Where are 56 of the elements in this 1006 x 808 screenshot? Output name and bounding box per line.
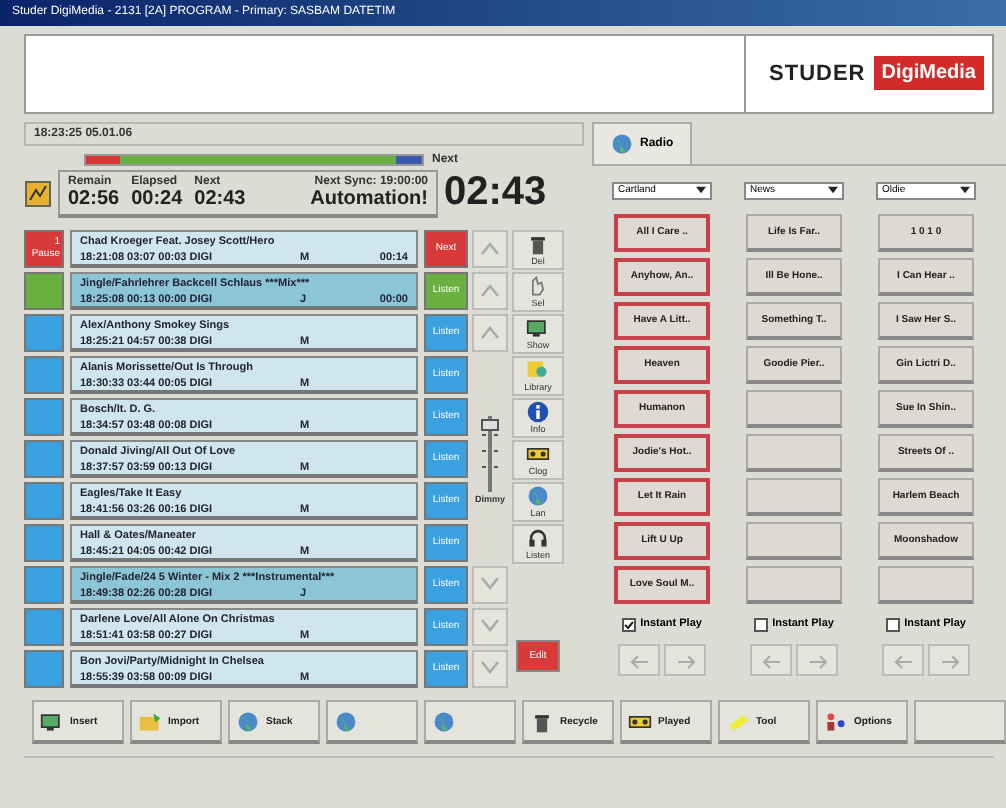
- info-icon: [526, 400, 550, 425]
- library-icon: [526, 358, 550, 383]
- previous-button[interactable]: [882, 643, 924, 676]
- right-arrow-icon: [807, 653, 827, 670]
- timing-value: 02:43: [194, 187, 246, 210]
- screen-icon: [526, 316, 550, 341]
- disc-icon: [334, 709, 358, 734]
- bin-icon: [530, 709, 554, 734]
- move-button[interactable]: [472, 313, 508, 352]
- move-button[interactable]: [472, 271, 508, 310]
- left-arrow-icon: [761, 653, 781, 670]
- monitor-icon: [40, 709, 64, 734]
- chart-icon: [24, 179, 52, 208]
- empty-cart-button[interactable]: [878, 565, 974, 604]
- next-button[interactable]: [928, 643, 970, 676]
- move-button[interactable]: [472, 229, 508, 268]
- empty-cart-button[interactable]: [746, 389, 842, 428]
- countdown: 02:43: [444, 170, 547, 217]
- dropdown-arrow-icon: [696, 186, 706, 195]
- disc-icon: [432, 709, 456, 734]
- left-arrow-icon: [629, 653, 649, 670]
- dropdown-arrow-icon: [828, 186, 838, 195]
- next-button[interactable]: [796, 643, 838, 676]
- timing-value: 00:24: [131, 187, 183, 210]
- globe-icon: [526, 484, 550, 509]
- right-arrow-icon: [939, 653, 959, 670]
- checkbox-icon: [622, 617, 637, 632]
- mode-label: Automation!: [310, 187, 428, 210]
- logo: STUDER DigiMedia: [744, 33, 994, 114]
- toolbar-button[interactable]: [914, 700, 1006, 745]
- next-button[interactable]: [664, 643, 706, 676]
- people-icon: [824, 709, 848, 734]
- empty-cart-button[interactable]: [746, 433, 842, 472]
- hand-icon: [526, 274, 550, 299]
- empty-cart-button[interactable]: [746, 565, 842, 604]
- move-button[interactable]: [472, 649, 508, 688]
- left-arrow-icon: [893, 653, 913, 670]
- headphones-icon: [526, 526, 550, 551]
- toolbar-button[interactable]: [326, 700, 418, 745]
- toolbar-button[interactable]: [424, 700, 516, 745]
- timing-value: 02:56: [68, 187, 120, 210]
- checkbox-icon: [886, 617, 901, 632]
- disc-icon: [236, 709, 260, 734]
- right-arrow-icon: [675, 653, 695, 670]
- fader-icon: [476, 413, 504, 494]
- previous-button[interactable]: [750, 643, 792, 676]
- checkbox-icon: [754, 617, 769, 632]
- globe-icon: [610, 131, 634, 156]
- previous-button[interactable]: [618, 643, 660, 676]
- move-button[interactable]: [472, 607, 508, 646]
- folder-icon: [138, 709, 162, 734]
- trash-icon: [526, 232, 550, 257]
- empty-cart-button[interactable]: [746, 477, 842, 516]
- move-button[interactable]: [472, 565, 508, 604]
- dropdown-arrow-icon: [960, 186, 970, 195]
- empty-cart-button[interactable]: [746, 521, 842, 560]
